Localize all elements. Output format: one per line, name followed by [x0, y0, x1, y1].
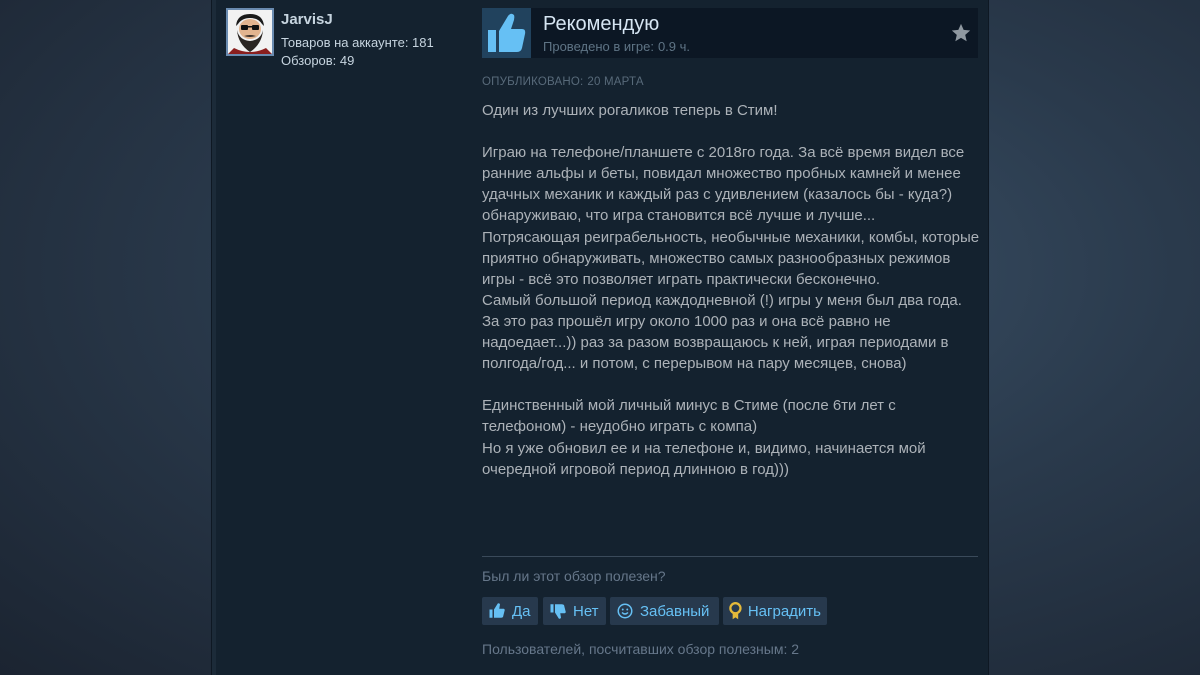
recommendation-header: Рекомендую Проведено в игре: 0.9 ч.: [482, 8, 978, 58]
thumbs-up-icon: [482, 8, 531, 58]
review-paragraph: Играю на телефоне/планшете с 2018го года…: [482, 144, 965, 225]
vote-yes-button[interactable]: Да: [482, 597, 538, 625]
playtime-value: 0.9 ч.: [657, 39, 691, 54]
review-paragraph: Один из лучших рогаликов теперь в Стим!: [482, 102, 778, 119]
vote-funny-label: Забавный: [640, 602, 710, 620]
thumbs-down-icon: [550, 604, 566, 619]
posted-date: Опубликовано: 20 марта: [482, 76, 644, 88]
helpful-question: Был ли этот обзор полезен?: [482, 568, 666, 584]
vote-no-label: Нет: [573, 602, 599, 620]
review-paragraph: Единственный мой личный минус в Стиме (п…: [482, 397, 896, 436]
recommendation-title: Рекомендую: [543, 13, 660, 35]
vote-funny-button[interactable]: Забавный: [610, 597, 719, 625]
avatar[interactable]: [226, 8, 274, 56]
vote-no-button[interactable]: Нет: [543, 597, 606, 625]
author-name[interactable]: JarvisJ: [281, 11, 333, 28]
award-label: Наградить: [747, 602, 821, 620]
smiley-icon: [617, 603, 633, 619]
playtime-label: Проведено в игре:: [543, 39, 654, 54]
review-paragraph: Самый большой период каждодневной (!) иг…: [482, 291, 962, 373]
products-count[interactable]: Товаров на аккаунте: 181: [281, 35, 434, 50]
vote-yes-label: Да: [512, 602, 531, 620]
bearded-man-avatar-icon: [228, 10, 272, 54]
star-icon[interactable]: [950, 22, 972, 44]
divider: [482, 556, 978, 557]
playtime: Проведено в игре: 0.9 ч.: [543, 39, 690, 54]
posted-label: Опубликовано:: [482, 76, 584, 88]
thumbs-up-icon: [489, 603, 505, 618]
award-medal-icon: [729, 602, 742, 620]
helpful-count: Пользователей, посчитавших обзор полезны…: [482, 641, 800, 657]
review-paragraph: Но я уже обновил ее и на телефоне и, вид…: [482, 439, 926, 478]
reviews-count[interactable]: Обзоров: 49: [281, 53, 354, 68]
review-text: Один из лучших рогаликов теперь в Стим! …: [482, 100, 982, 480]
review-paragraph: Потрясающая реиграбельность, необычные м…: [482, 228, 980, 288]
award-button[interactable]: Наградить: [723, 597, 827, 625]
posted-date-value: 20 марта: [587, 76, 644, 88]
